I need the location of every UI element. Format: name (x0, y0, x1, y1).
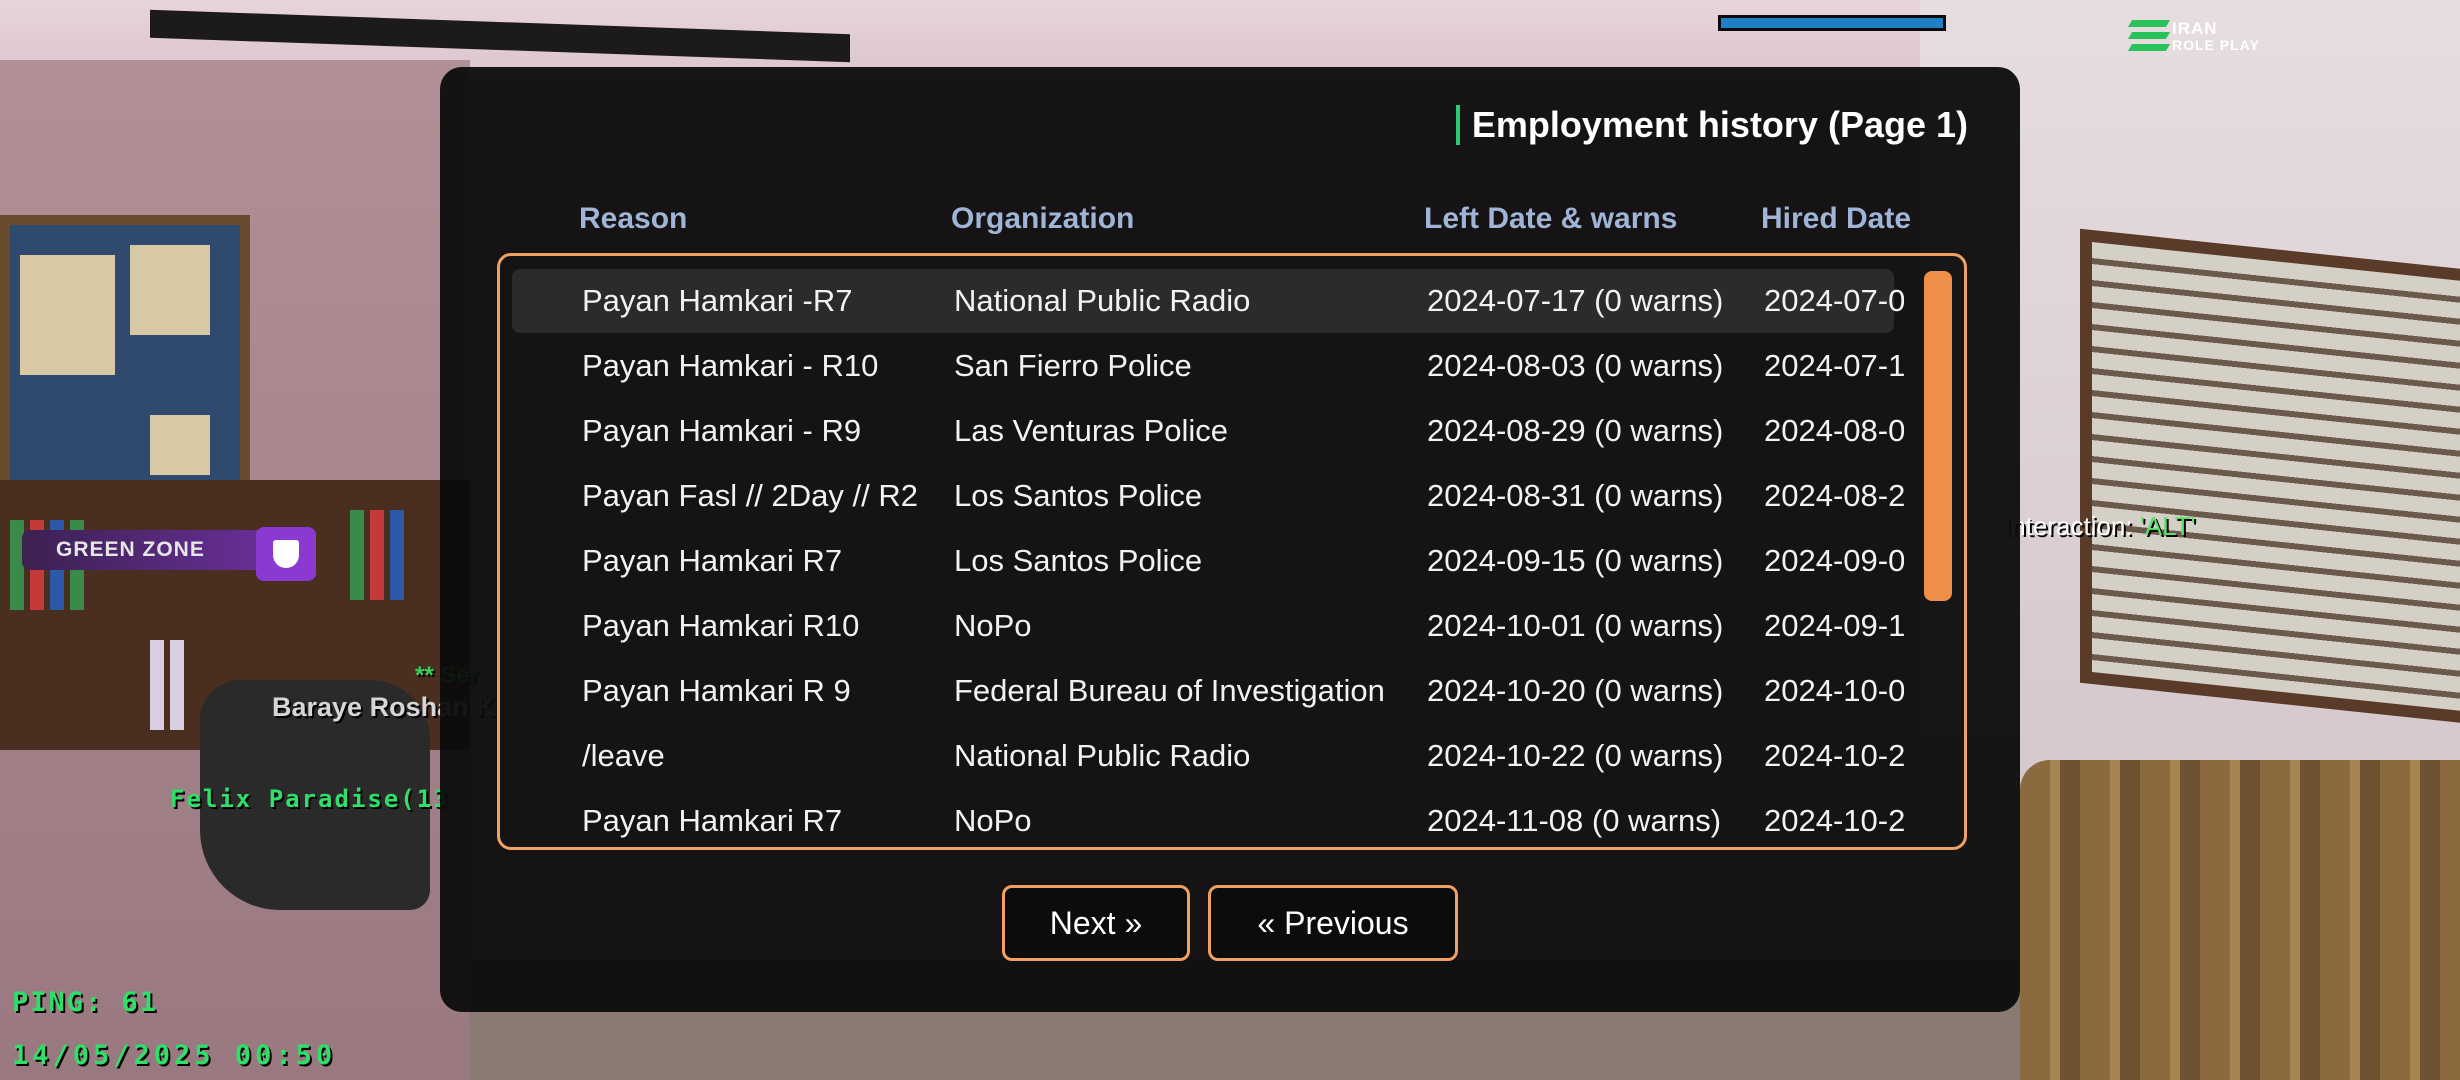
employment-history-dialog: Employment history (Page 1) Reason Organ… (440, 67, 2020, 1012)
column-header-left-date: Left Date & warns (1424, 202, 1678, 235)
green-zone-indicator: GREEN ZONE (22, 527, 332, 581)
table-row[interactable]: Payan Hamkari R7 NoPo 2024-11-08 (0 warns)… (512, 789, 1904, 847)
organization-cell: Federal Bureau of Investigation (954, 673, 1385, 708)
logo-line-1: IRAN (2172, 19, 2218, 38)
left-date-cell: 2024-08-03 (0 warns) (1427, 348, 1724, 383)
organization-cell: San Fierro Police (954, 348, 1192, 383)
left-date-cell: 2024-07-17 (0 warns) (1427, 283, 1724, 318)
list-scrollbar[interactable] (1924, 271, 1952, 601)
organization-cell: National Public Radio (954, 283, 1251, 318)
player-nametag: Felix Paradise(13 (170, 785, 450, 813)
left-date-cell: 2024-09-15 (0 warns) (1427, 543, 1724, 578)
table-row[interactable]: Payan Hamkari R10 NoPo 2024-10-01 (0 warns… (512, 594, 1904, 658)
table-row[interactable]: Payan Hamkari R7 Los Santos Police 2024-09… (512, 529, 1904, 593)
interaction-prefix: Interaction: (2004, 511, 2140, 541)
hired-date-cell: 2024-10-2 (1764, 738, 1904, 773)
reason-cell: Payan Hamkari R7 (582, 803, 843, 838)
left-date-cell: 2024-08-31 (0 warns) (1427, 478, 1724, 513)
organization-cell: Los Santos Police (954, 478, 1203, 513)
green-zone-label: GREEN ZONE (22, 530, 272, 570)
table-row[interactable]: /leave National Public Radio 2024-10-22 (0… (512, 724, 1904, 788)
history-list[interactable]: Payan Hamkari -R7 National Public Radio 20… (497, 253, 1967, 850)
reason-cell: /leave (582, 738, 665, 773)
organization-cell: NoPo (954, 803, 1032, 838)
column-header-organization: Organization (951, 202, 1135, 235)
column-header-reason: Reason (579, 202, 688, 235)
health-bar (1718, 15, 1946, 31)
column-header-hired-date: Hired Date (1761, 202, 1912, 235)
table-row[interactable]: Payan Hamkari - R9 Las Venturas Police 202… (512, 399, 1904, 463)
organization-cell: National Public Radio (954, 738, 1251, 773)
sofa (2020, 760, 2460, 1080)
server-logo: IRAN ROLE PLAY (2127, 12, 2290, 62)
hired-date-cell: 2024-09-0 (1764, 543, 1904, 578)
health-bar-fill (1721, 18, 1943, 28)
reason-cell: Payan Hamkari R 9 (582, 673, 851, 708)
reason-cell: Payan Hamkari R10 (582, 608, 860, 643)
reason-cell: Payan Hamkari - R10 (582, 348, 879, 383)
hired-date-cell: 2024-10-0 (1764, 673, 1904, 708)
hired-date-cell: 2024-07-1 (1764, 348, 1904, 383)
organization-cell: Los Santos Police (954, 543, 1203, 578)
table-row[interactable]: Payan Fasl // 2Day // R2 Los Santos Polic… (512, 464, 1904, 528)
reason-cell: Payan Hamkari - R9 (582, 413, 862, 448)
organization-cell: Las Venturas Police (954, 413, 1229, 448)
date-time-readout: 14/05/2025 00:50 (12, 1040, 337, 1071)
organization-cell: NoPo (954, 608, 1032, 643)
left-date-cell: 2024-10-20 (0 warns) (1427, 673, 1724, 708)
hired-date-cell: 2024-08-0 (1764, 413, 1904, 448)
left-date-cell: 2024-10-22 (0 warns) (1427, 738, 1724, 773)
dialog-title: Employment history (Page 1) (1455, 105, 1968, 145)
pinboard (0, 215, 250, 495)
left-date-cell: 2024-10-01 (0 warns) (1427, 608, 1724, 643)
interaction-key: 'ALT' (2139, 511, 2196, 541)
hired-date-cell: 2024-09-1 (1764, 608, 1904, 643)
hired-date-cell: 2024-10-2 (1764, 803, 1904, 838)
window-blind (2080, 228, 2460, 726)
ping-readout: PING: 61 (12, 987, 159, 1018)
interaction-hint: Interaction: 'ALT' (2004, 511, 2196, 542)
table-row[interactable]: Payan Hamkari -R7 National Public Radio 20… (512, 269, 1904, 333)
shield-icon (256, 527, 316, 581)
table-row[interactable]: Payan Hamkari R 9 Federal Bureau of Inves… (512, 659, 1904, 723)
next-page-button[interactable]: Next » (1002, 885, 1190, 961)
logo-line-2: ROLE PLAY (2172, 37, 2260, 53)
previous-page-button[interactable]: « Previous (1208, 885, 1458, 961)
reason-cell: Payan Hamkari -R7 (582, 283, 853, 318)
hired-date-cell: 2024-07-0 (1764, 283, 1904, 318)
reason-cell: Payan Fasl // 2Day // R2 (582, 478, 918, 513)
logo-stripes-icon (2127, 18, 2172, 56)
table-row[interactable]: Payan Hamkari - R10 San Fierro Police 2024… (512, 334, 1904, 398)
left-date-cell: 2024-11-08 (0 warns) (1427, 803, 1722, 838)
left-date-cell: 2024-08-29 (0 warns) (1427, 413, 1724, 448)
hired-date-cell: 2024-08-2 (1764, 478, 1904, 513)
reason-cell: Payan Hamkari R7 (582, 543, 843, 578)
